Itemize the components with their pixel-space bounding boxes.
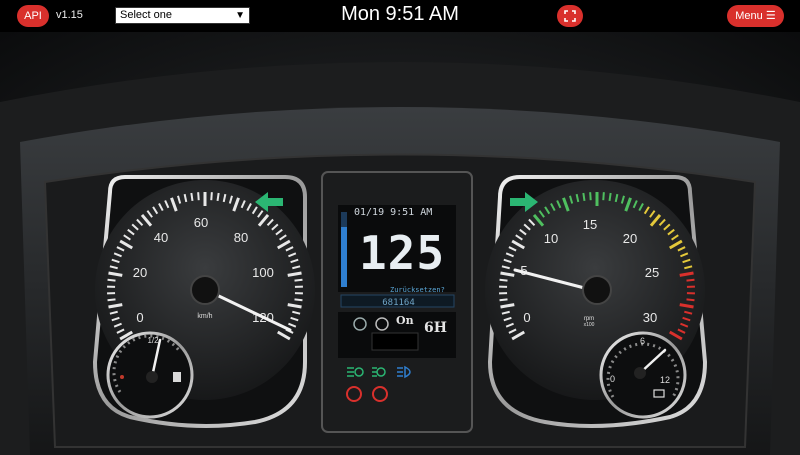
rpm-tick-25: 25 <box>645 265 659 280</box>
temp-tick-6: 6 <box>640 336 645 346</box>
rpm-tick-mark <box>602 192 605 201</box>
speed-tick-100: 100 <box>252 265 274 280</box>
rpm-tick-0: 0 <box>523 310 530 325</box>
speed-tick-40: 40 <box>154 230 168 245</box>
temp-tick-0: 0 <box>610 374 615 384</box>
top-bar: API v1.15 Select one ▼ Mon 9:51 AM Menu … <box>0 0 800 32</box>
lcd-cruise-state: On <box>396 314 414 327</box>
rpm-tick-mark <box>589 192 592 201</box>
speed-tick-mark <box>107 298 116 302</box>
rpm-tick-30: 30 <box>643 310 657 325</box>
dashboard-view: 0 20 40 60 80 100 120 km/h 1/2 <box>0 32 800 455</box>
select-value: Select one <box>120 9 172 21</box>
speed-tick-0: 0 <box>136 310 143 325</box>
rpm-tick-15: 15 <box>583 217 597 232</box>
fullscreen-icon <box>564 10 576 22</box>
lcd-gear: 6H <box>424 320 447 336</box>
tachometer-gauge: 0 5 10 15 20 25 30 rpm x100 0 6 12 <box>485 175 708 428</box>
rpm-tick-mark <box>608 192 612 202</box>
chevron-down-icon: ▼ <box>235 10 245 21</box>
rpm-tick-mark <box>686 298 695 302</box>
fuel-gauge: 1/2 <box>106 331 194 419</box>
rpm-tick-mark <box>582 192 586 202</box>
rpm-tick-mark <box>499 278 508 282</box>
speed-tick-mark <box>210 192 213 201</box>
lcd-level-bar <box>341 227 347 287</box>
rpm-tick-10: 10 <box>544 231 558 246</box>
hamburger-icon: ☰ <box>765 10 776 22</box>
rpm-tick-20: 20 <box>623 231 637 246</box>
speedometer-gauge: 0 20 40 60 80 100 120 km/h 1/2 <box>92 175 315 428</box>
lcd-odometer: 681164 <box>382 298 415 308</box>
lcd-message: Zurückset­zen? <box>390 286 445 294</box>
speed-tick-80: 80 <box>234 230 248 245</box>
speed-tick-mark <box>197 192 200 201</box>
rpm-tick-mark <box>499 298 508 302</box>
speed-unit: km/h <box>197 313 212 320</box>
version-label: v1.15 <box>56 9 83 21</box>
profile-select[interactable]: Select one ▼ <box>115 7 250 24</box>
speed-tick-mark <box>294 298 303 302</box>
fullscreen-button[interactable] <box>557 5 583 27</box>
fuel-half-label: 1/2 <box>147 336 159 345</box>
menu-label: Menu <box>735 10 763 22</box>
speed-tick-mark <box>216 192 220 202</box>
temperature-gauge: 0 6 12 <box>599 331 687 419</box>
speed-tick-mark <box>294 278 303 282</box>
speed-tick-60: 60 <box>194 215 208 230</box>
speed-tick-mark <box>190 192 194 202</box>
lcd-speed: 125 <box>358 226 446 280</box>
lcd-datetime: 01/19 9:51 AM <box>354 207 433 218</box>
speed-tick-20: 20 <box>133 265 147 280</box>
api-button[interactable]: API <box>17 5 49 27</box>
rpm-tick-mark <box>686 278 695 282</box>
rpm-unit-sub: x100 <box>584 322 595 328</box>
menu-button[interactable]: Menu ☰ <box>727 5 784 27</box>
clock: Mon 9:51 AM <box>341 3 459 25</box>
lcd-empty-box <box>371 332 419 351</box>
temp-tick-12: 12 <box>660 375 670 385</box>
speed-tick-mark <box>107 278 116 282</box>
fuel-pump-icon <box>173 372 181 382</box>
